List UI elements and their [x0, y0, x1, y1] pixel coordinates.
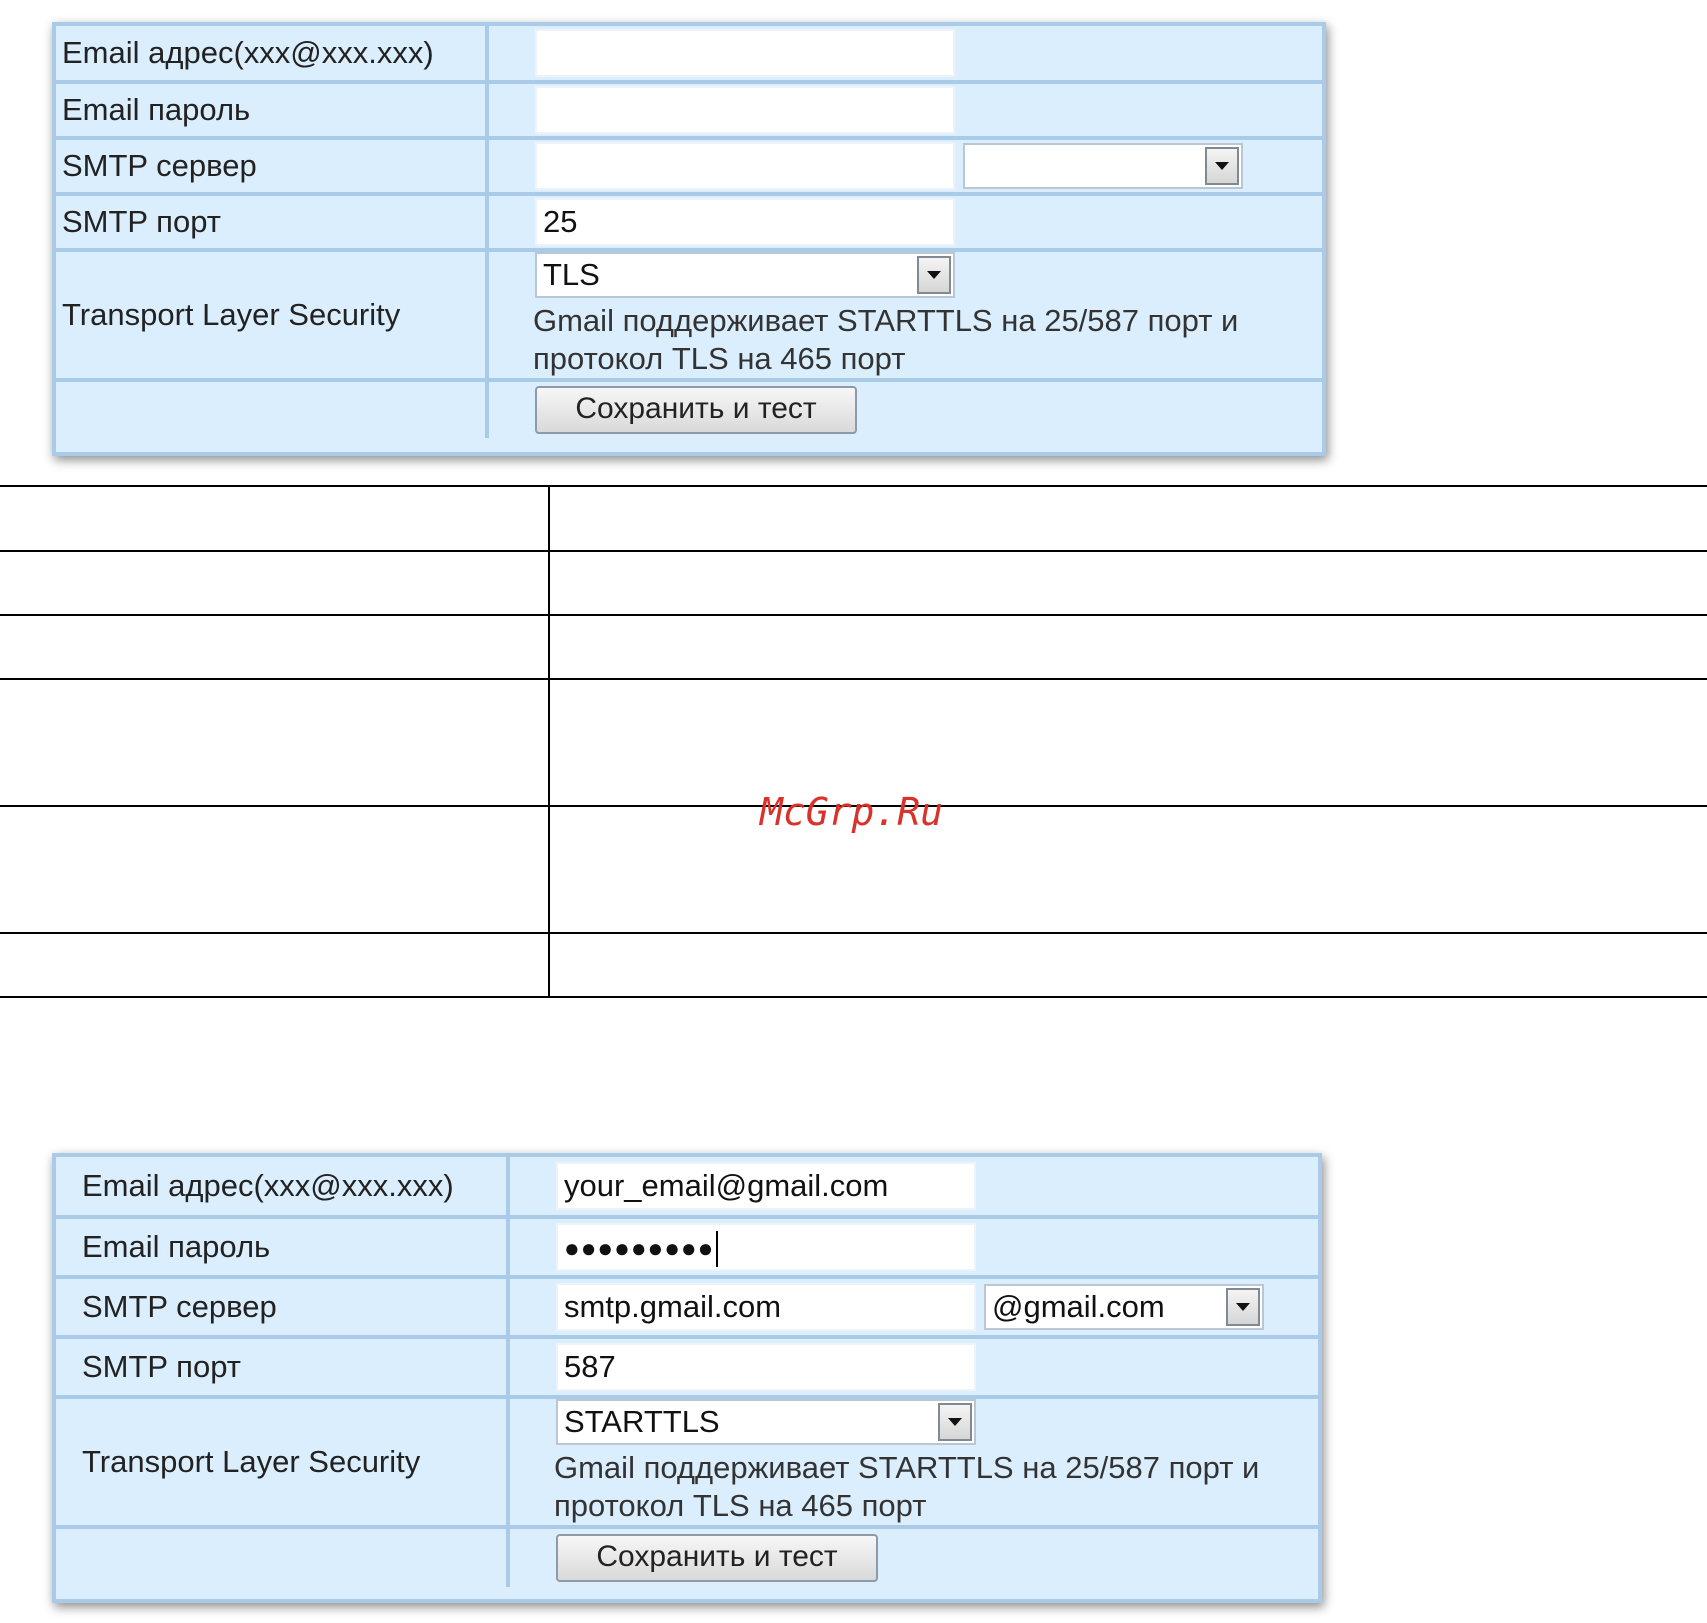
chevron-down-icon[interactable]: [917, 256, 951, 294]
smtp-port-label: SMTP порт: [56, 1337, 510, 1399]
email-input[interactable]: your_email@gmail.com: [556, 1162, 976, 1210]
smtp-port-input[interactable]: 25: [535, 198, 955, 246]
empty-label-cell: [56, 1527, 510, 1587]
tls-hint: Gmail поддерживает STARTTLS на 25/587 по…: [554, 1450, 1260, 1523]
watermark: McGrp.Ru: [760, 790, 944, 834]
smtp-settings-panel-empty: Email адрес(xxx@xxx.xxx) Email пароль SM…: [52, 22, 1326, 456]
text-caret: [716, 1230, 719, 1267]
smtp-server-input[interactable]: [535, 142, 955, 190]
tls-hint: Gmail поддерживает STARTTLS на 25/587 по…: [533, 303, 1239, 376]
smtp-domain-select[interactable]: @gmail.com: [984, 1284, 1264, 1330]
smtp-server-input[interactable]: smtp.gmail.com: [556, 1283, 976, 1331]
password-input[interactable]: [535, 86, 955, 134]
empty-label-cell: [56, 380, 489, 438]
save-and-test-button[interactable]: Сохранить и тест: [556, 1534, 878, 1582]
save-and-test-button[interactable]: Сохранить и тест: [535, 386, 857, 434]
chevron-down-icon[interactable]: [1226, 1288, 1260, 1326]
email-input[interactable]: [535, 29, 955, 77]
smtp-settings-table: Email адрес(xxx@xxx.xxx) your_email@gmai…: [56, 1157, 1318, 1587]
tls-select[interactable]: STARTTLS: [556, 1399, 976, 1445]
tls-select[interactable]: TLS: [535, 252, 955, 298]
smtp-port-input[interactable]: 587: [556, 1343, 976, 1391]
password-label: Email пароль: [56, 1217, 510, 1279]
chevron-down-icon[interactable]: [938, 1403, 972, 1441]
tls-value: TLS: [543, 257, 600, 292]
password-label: Email пароль: [56, 82, 489, 140]
chevron-down-icon[interactable]: [1205, 147, 1239, 185]
smtp-server-label: SMTP сервер: [56, 138, 489, 196]
tls-label: Transport Layer Security: [56, 250, 489, 382]
smtp-port-label: SMTP порт: [56, 194, 489, 252]
smtp-domain-value: @gmail.com: [992, 1289, 1165, 1324]
email-label: Email адрес(xxx@xxx.xxx): [56, 1157, 510, 1219]
email-label: Email адрес(xxx@xxx.xxx): [56, 26, 489, 84]
tls-value: STARTTLS: [564, 1404, 720, 1439]
password-input[interactable]: ●●●●●●●●●: [556, 1223, 976, 1271]
smtp-settings-table: Email адрес(xxx@xxx.xxx) Email пароль SM…: [56, 26, 1322, 438]
smtp-settings-panel-filled: Email адрес(xxx@xxx.xxx) your_email@gmai…: [52, 1153, 1322, 1603]
password-dots: ●●●●●●●●●: [564, 1233, 715, 1263]
tls-label: Transport Layer Security: [56, 1397, 510, 1529]
smtp-server-label: SMTP сервер: [56, 1277, 510, 1339]
smtp-domain-select[interactable]: [963, 143, 1243, 189]
